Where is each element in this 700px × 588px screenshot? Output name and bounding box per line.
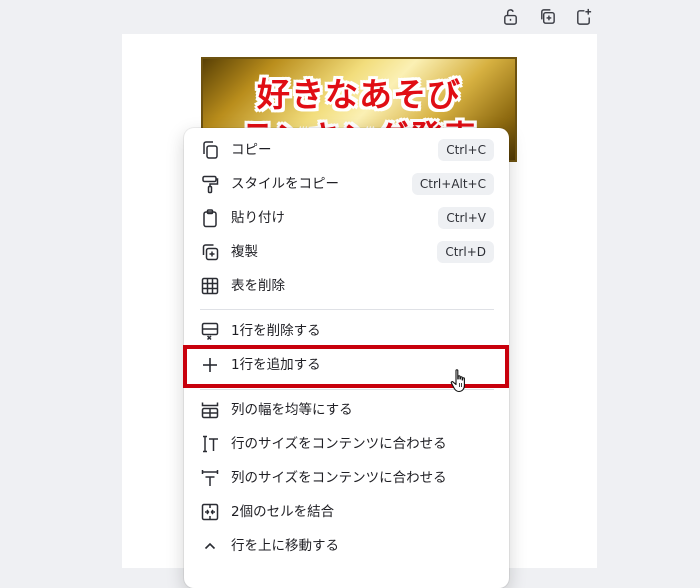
fit-row-icon [200, 434, 220, 454]
menu-item-copy[interactable]: コピー Ctrl+C [184, 133, 509, 167]
menu-item-move-row-up[interactable]: 行を上に移動する [184, 529, 509, 563]
shortcut-badge: Ctrl+V [438, 207, 494, 229]
table-grid-icon [200, 276, 220, 296]
banner-title-line1: 好きなあそび [257, 75, 461, 114]
copy-icon [200, 140, 220, 160]
duplicate-page-icon[interactable] [536, 5, 558, 27]
context-menu: コピー Ctrl+C スタイルをコピー Ctrl+Alt+C 貼り付け Ctrl… [184, 128, 509, 588]
hand-pointer-icon [449, 368, 471, 394]
menu-item-label: 表を削除 [231, 278, 285, 294]
chevron-up-icon [200, 536, 220, 556]
menu-item-label: コピー [231, 142, 272, 158]
paint-roller-icon [200, 174, 220, 194]
plus-icon [200, 355, 220, 375]
menu-item-label: 2個のセルを結合 [231, 504, 335, 520]
menu-item-label: 列のサイズをコンテンツに合わせる [231, 470, 447, 486]
menu-item-label: 1行を追加する [231, 357, 321, 373]
menu-item-copy-style[interactable]: スタイルをコピー Ctrl+Alt+C [184, 167, 509, 201]
clipboard-icon [200, 208, 220, 228]
fit-column-icon [200, 468, 220, 488]
menu-separator [200, 309, 494, 310]
equal-columns-icon [200, 400, 220, 420]
shortcut-badge: Ctrl+C [438, 139, 494, 161]
menu-item-fit-column[interactable]: 列のサイズをコンテンツに合わせる [184, 461, 509, 495]
menu-item-label: 貼り付け [231, 210, 285, 226]
merge-cells-icon [200, 502, 220, 522]
add-page-icon[interactable] [572, 5, 594, 27]
shortcut-badge: Ctrl+Alt+C [411, 173, 494, 195]
menu-item-fit-row[interactable]: 行のサイズをコンテンツに合わせる [184, 427, 509, 461]
menu-item-label: 1行を削除する [231, 323, 321, 339]
menu-item-merge-cells[interactable]: 2個のセルを結合 [184, 495, 509, 529]
menu-item-label: 複製 [231, 244, 258, 260]
menu-item-duplicate[interactable]: 複製 Ctrl+D [184, 235, 509, 269]
menu-item-equal-columns[interactable]: 列の幅を均等にする [184, 393, 509, 427]
menu-item-label: 行を上に移動する [231, 538, 339, 554]
duplicate-icon [200, 242, 220, 262]
menu-item-label: スタイルをコピー [231, 176, 339, 192]
menu-item-paste[interactable]: 貼り付け Ctrl+V [184, 201, 509, 235]
unlock-icon[interactable] [499, 5, 521, 27]
delete-row-icon [200, 321, 220, 341]
shortcut-badge: Ctrl+D [437, 241, 494, 263]
menu-item-delete-table[interactable]: 表を削除 [184, 269, 509, 303]
menu-item-delete-row[interactable]: 1行を削除する [184, 314, 509, 348]
menu-item-label: 列の幅を均等にする [231, 402, 353, 418]
menu-item-label: 行のサイズをコンテンツに合わせる [231, 436, 447, 452]
